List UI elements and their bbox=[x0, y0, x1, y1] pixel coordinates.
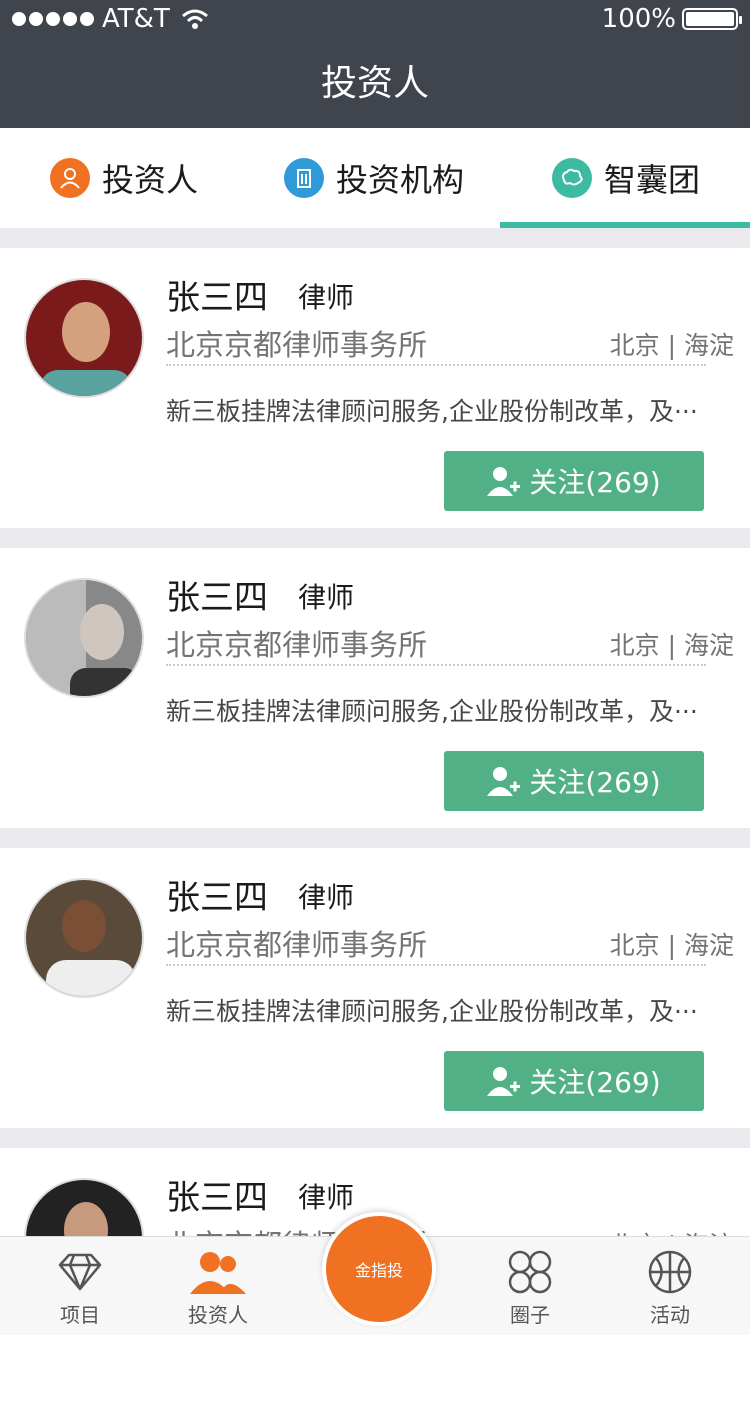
diamond-icon bbox=[20, 1245, 140, 1299]
divider bbox=[166, 364, 706, 366]
nav-label: 圈子 bbox=[510, 1303, 550, 1327]
building-icon bbox=[284, 158, 324, 198]
basketball-icon bbox=[610, 1245, 730, 1299]
avatar bbox=[24, 578, 144, 698]
person-name: 张三四 bbox=[166, 278, 268, 318]
person-name: 张三四 bbox=[166, 878, 268, 918]
list-item[interactable]: 张三四 律师 北京京都律师事务所 北京 | 海淀 新三板挂牌法律顾问服务,企业股… bbox=[0, 248, 750, 528]
person-location: 北京 | 海淀 bbox=[609, 331, 734, 360]
battery-label: 100% bbox=[601, 4, 676, 34]
battery-icon bbox=[682, 8, 742, 30]
avatar bbox=[24, 278, 144, 398]
person-location: 北京 | 海淀 bbox=[609, 931, 734, 960]
list-item[interactable]: 张三四 律师 北京京都律师事务所 北京 | 海淀 新三板挂牌法律顾问服务,企业股… bbox=[0, 848, 750, 1128]
person-role: 律师 bbox=[298, 581, 355, 614]
follow-button[interactable]: 关注(269) bbox=[444, 1051, 704, 1111]
person-role: 律师 bbox=[298, 1181, 355, 1214]
nav-investors[interactable]: 投资人 bbox=[158, 1245, 278, 1328]
tab-label: 投资人 bbox=[102, 161, 199, 199]
add-user-icon bbox=[487, 1067, 521, 1096]
nav-label: 活动 bbox=[650, 1303, 690, 1327]
person-role: 律师 bbox=[298, 881, 355, 914]
person-firm: 北京京都律师事务所 bbox=[166, 628, 428, 662]
tab-label: 智囊团 bbox=[604, 161, 701, 199]
status-bar: AT&T 100% bbox=[0, 0, 750, 40]
person-description: 新三板挂牌法律顾问服务,企业股份制改革，及··· bbox=[166, 397, 698, 426]
person-name: 张三四 bbox=[166, 578, 268, 618]
person-location: 北京 | 海淀 bbox=[609, 631, 734, 660]
person-description: 新三板挂牌法律顾问服务,企业股份制改革，及··· bbox=[166, 997, 698, 1026]
person-name: 张三四 bbox=[166, 1178, 268, 1218]
add-user-icon bbox=[487, 767, 521, 796]
follow-label: 关注(269) bbox=[529, 1066, 661, 1099]
tab-bar: 投资人 投资机构 智囊团 bbox=[0, 128, 750, 228]
person-role: 律师 bbox=[298, 281, 355, 314]
avatar bbox=[24, 878, 144, 998]
nav-circles[interactable]: 圈子 bbox=[470, 1245, 590, 1328]
tab-investor[interactable]: 投资人 bbox=[50, 128, 198, 228]
active-tab-indicator bbox=[500, 222, 750, 228]
brain-icon bbox=[552, 158, 592, 198]
list-item[interactable]: 张三四 律师 北京京都律师事务所 北京 | 海淀 新三板挂牌法律顾问服务,企业股… bbox=[0, 548, 750, 828]
signal-icon bbox=[12, 12, 94, 26]
tab-institution[interactable]: 投资机构 bbox=[284, 128, 464, 228]
nav-projects[interactable]: 项目 bbox=[20, 1245, 140, 1328]
follow-label: 关注(269) bbox=[529, 466, 661, 499]
people-icon bbox=[158, 1245, 278, 1299]
person-icon bbox=[50, 158, 90, 198]
tab-label: 投资机构 bbox=[336, 161, 465, 199]
center-logo-button[interactable]: 金指投 bbox=[322, 1212, 436, 1326]
person-description: 新三板挂牌法律顾问服务,企业股份制改革，及··· bbox=[166, 697, 698, 726]
add-user-icon bbox=[487, 467, 521, 496]
follow-button[interactable]: 关注(269) bbox=[444, 451, 704, 511]
nav-label: 投资人 bbox=[188, 1303, 248, 1327]
divider bbox=[166, 664, 706, 666]
person-firm: 北京京都律师事务所 bbox=[166, 328, 428, 362]
nav-label: 项目 bbox=[60, 1303, 100, 1327]
page-title: 投资人 bbox=[0, 40, 750, 128]
circles-icon bbox=[470, 1245, 590, 1299]
follow-label: 关注(269) bbox=[529, 766, 661, 799]
person-firm: 北京京都律师事务所 bbox=[166, 928, 428, 962]
divider bbox=[166, 964, 706, 966]
nav-events[interactable]: 活动 bbox=[610, 1245, 730, 1328]
wifi-icon bbox=[181, 9, 208, 29]
tab-think-tank[interactable]: 智囊团 bbox=[552, 128, 700, 228]
follow-button[interactable]: 关注(269) bbox=[444, 751, 704, 811]
carrier-label: AT&T bbox=[102, 4, 170, 34]
logo-icon: 金指投 bbox=[354, 1261, 403, 1280]
